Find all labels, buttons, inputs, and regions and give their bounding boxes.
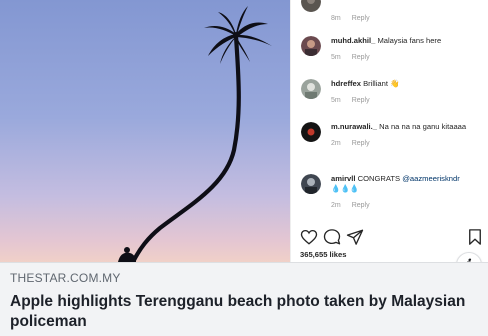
comment-username[interactable]: hdreffex — [331, 79, 361, 88]
comment-text: Malaysia fans here — [377, 36, 442, 45]
comment-text: Brilliant 👋 — [363, 79, 400, 88]
comment-mention[interactable]: @aazmeeriskndr — [402, 174, 460, 183]
comment-username[interactable]: amirvll — [331, 174, 355, 183]
comment-time: 5m — [331, 54, 341, 61]
comment-item: amirvll CONGRATS @aazmeeriskndr 💧💧💧 2m R… — [301, 174, 485, 211]
comment-icon[interactable] — [323, 228, 341, 246]
source-domain: THESTAR.COM.MY — [10, 271, 121, 285]
comment-username[interactable]: m.nurawali._ — [331, 122, 377, 131]
reply-link[interactable]: Reply — [352, 54, 370, 61]
link-caption[interactable]: THESTAR.COM.MY Apple highlights Terengga… — [0, 262, 488, 336]
comment-item: 8m Reply — [301, 0, 485, 24]
avatar — [301, 36, 321, 56]
avatar — [301, 122, 321, 142]
share-icon[interactable] — [346, 228, 364, 246]
beach-palm-photo — [0, 0, 290, 262]
heart-icon[interactable] — [300, 228, 318, 246]
instagram-comments-panel: 8m Reply muhd.akhil_ Malaysia fans here … — [290, 0, 488, 262]
comment-item: m.nurawali._ Na na na na ganu kitaaaa 2m… — [301, 122, 485, 149]
comment-time: 2m — [331, 202, 341, 209]
comment-emoji: 💧💧💧 — [331, 184, 360, 193]
likes-count[interactable]: 365,655 likes — [300, 250, 346, 259]
reply-link[interactable]: Reply — [352, 202, 370, 209]
avatar — [301, 79, 321, 99]
avatar — [301, 0, 321, 12]
comment-text: CONGRATS — [357, 174, 401, 183]
comment-time: 2m — [331, 140, 341, 147]
preview-image[interactable]: 8m Reply muhd.akhil_ Malaysia fans here … — [0, 0, 488, 262]
avatar — [301, 174, 321, 194]
post-actions — [300, 228, 486, 248]
comment-username[interactable]: muhd.akhil_ — [331, 36, 375, 45]
link-preview-card[interactable]: 8m Reply muhd.akhil_ Malaysia fans here … — [0, 0, 488, 336]
article-headline[interactable]: Apple highlights Terengganu beach photo … — [10, 292, 478, 332]
reply-link[interactable]: Reply — [352, 15, 370, 22]
comment-time: 5m — [331, 97, 341, 104]
comment-item: hdreffex Brilliant 👋 5m Reply — [301, 79, 485, 106]
comment-text: Na na na na ganu kitaaaa — [379, 122, 467, 131]
reply-link[interactable]: Reply — [352, 140, 370, 147]
comment-time: 8m — [331, 15, 341, 22]
bookmark-icon[interactable] — [466, 228, 484, 246]
reply-link[interactable]: Reply — [352, 97, 370, 104]
comment-item: muhd.akhil_ Malaysia fans here 5m Reply — [301, 36, 485, 63]
